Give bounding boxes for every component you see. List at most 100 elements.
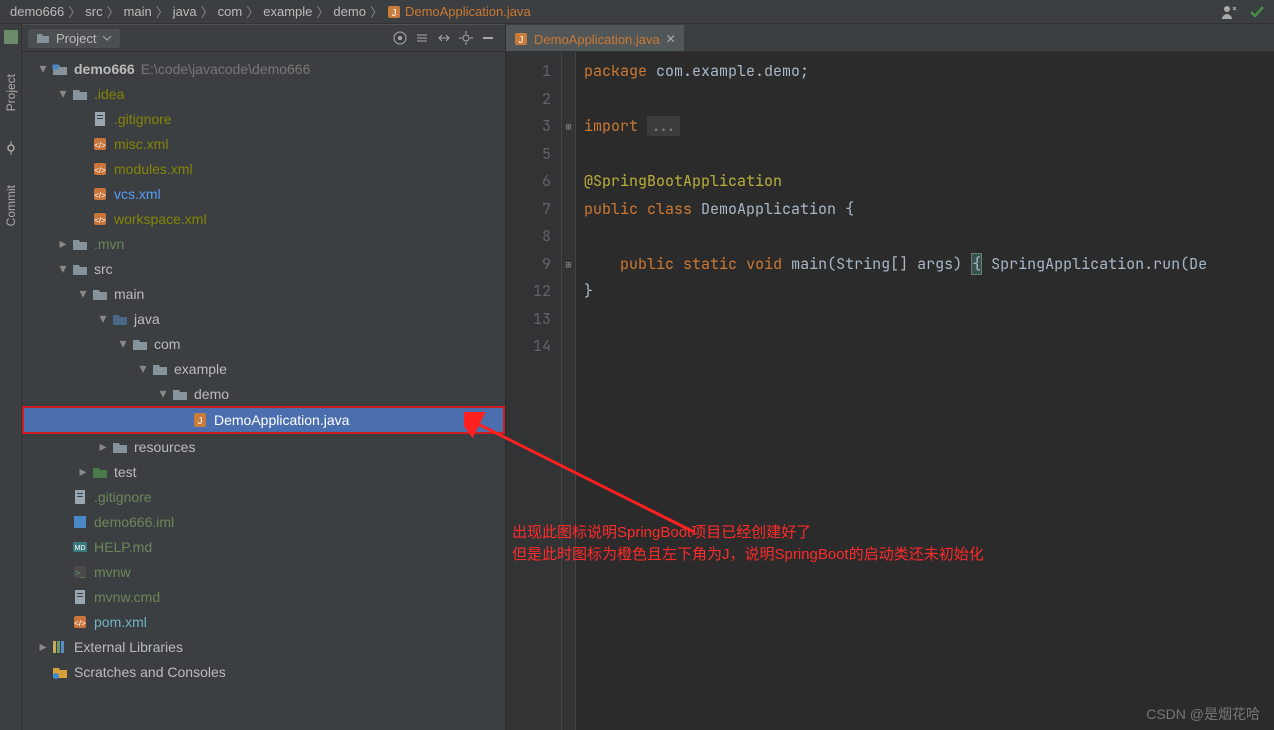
expand-all-button[interactable] (411, 27, 433, 49)
tree-external-libs[interactable]: ▸ External Libraries (22, 634, 505, 659)
tree-file[interactable]: >_ mvnw (22, 559, 505, 584)
editor-tab-bar: J DemoApplication.java ✕ (506, 24, 1274, 52)
check-icon[interactable] (1248, 3, 1266, 21)
commit-tool-icon[interactable] (4, 141, 18, 155)
tree-file[interactable]: </> pom.xml (22, 609, 505, 634)
project-tool-label[interactable]: Project (4, 74, 18, 111)
settings-button[interactable] (455, 27, 477, 49)
tree-file[interactable]: </> modules.xml (22, 156, 505, 181)
close-icon[interactable]: ✕ (666, 32, 676, 46)
tree-folder-test[interactable]: ▸ test (22, 459, 505, 484)
tree-label: DemoApplication.java (214, 412, 349, 428)
project-panel: Project ▾ demo666 E:\code\javacode\demo6… (22, 24, 506, 730)
tree-file[interactable]: </> vcs.xml (22, 181, 505, 206)
folder-icon (72, 236, 88, 252)
file-icon (72, 514, 88, 530)
tree-folder-example[interactable]: ▾ example (22, 356, 505, 381)
tree-folder-demo[interactable]: ▾ demo (22, 381, 505, 406)
file-icon: </> (92, 136, 108, 152)
tree-label: demo666.iml (94, 514, 174, 530)
crumb[interactable]: example (263, 4, 312, 19)
tab-label: DemoApplication.java (534, 32, 660, 47)
crumb[interactable]: demo666 (10, 4, 64, 19)
select-opened-file-button[interactable] (389, 27, 411, 49)
tree-folder-mvn[interactable]: ▸ .mvn (22, 231, 505, 256)
hide-button[interactable] (477, 27, 499, 49)
code-content[interactable]: package com.example.demo; import ... @Sp… (576, 52, 1274, 730)
tree-file[interactable]: </> workspace.xml (22, 206, 505, 231)
file-icon: >_ (72, 564, 88, 580)
tree-folder-idea[interactable]: ▾ .idea (22, 81, 505, 106)
tree-folder-src[interactable]: ▾ src (22, 256, 505, 281)
tree-label: vcs.xml (114, 186, 161, 202)
module-icon (52, 61, 68, 77)
tree-root[interactable]: ▾ demo666 E:\code\javacode\demo666 (22, 56, 505, 81)
project-tool-icon[interactable] (4, 30, 18, 44)
tree-file[interactable]: .gitignore (22, 106, 505, 131)
tree-label: mvnw (94, 564, 131, 580)
file-icon: </> (72, 614, 88, 630)
editor-tab[interactable]: J DemoApplication.java ✕ (506, 25, 684, 51)
tree-file[interactable]: MD HELP.md (22, 534, 505, 559)
tree-folder-java[interactable]: ▾ java (22, 306, 505, 331)
svg-text:</>: </> (94, 216, 106, 225)
tree-folder-com[interactable]: ▾ com (22, 331, 505, 356)
tree-file[interactable]: mvnw.cmd (22, 584, 505, 609)
file-icon: </> (92, 186, 108, 202)
libraries-icon (52, 639, 68, 655)
tree-file-demoapplication[interactable]: J DemoApplication.java (22, 406, 505, 434)
project-tree[interactable]: ▾ demo666 E:\code\javacode\demo666 ▾ .id… (22, 52, 505, 730)
tree-folder-resources[interactable]: ▸ resources (22, 434, 505, 459)
tree-label: demo666 (74, 61, 135, 77)
svg-text:</>: </> (94, 166, 106, 175)
svg-text:J: J (391, 8, 396, 19)
project-panel-header: Project (22, 24, 505, 52)
file-icon: MD (72, 539, 88, 555)
tree-label: modules.xml (114, 161, 193, 177)
svg-text:J: J (519, 35, 524, 46)
collapse-all-button[interactable] (433, 27, 455, 49)
commit-tool-label[interactable]: Commit (4, 185, 18, 226)
tree-file[interactable]: </>misc.xml (22, 131, 505, 156)
scratches-icon (52, 664, 68, 680)
editor-body[interactable]: 12356789121314 ⊞ ⊞ package com.example.d… (506, 52, 1274, 730)
tree-scratches[interactable]: ▸ Scratches and Consoles (22, 659, 505, 684)
folder-icon (72, 86, 88, 102)
tree-file[interactable]: .gitignore (22, 484, 505, 509)
tree-label: .idea (94, 86, 124, 102)
svg-text:MD: MD (75, 545, 86, 552)
folder-icon (36, 31, 50, 45)
file-icon (72, 489, 88, 505)
crumb[interactable]: demo (333, 4, 366, 19)
crumb[interactable]: src (85, 4, 102, 19)
watermark: CSDN @是烟花哈 (1146, 704, 1260, 724)
crumb-sep: 〉 (68, 2, 81, 21)
file-icon (72, 589, 88, 605)
svg-text:</>: </> (74, 619, 86, 628)
editor-area: J DemoApplication.java ✕ 12356789121314 … (506, 24, 1274, 730)
chevron-down-icon[interactable]: ▾ (56, 262, 70, 276)
crumb[interactable]: main (124, 4, 152, 19)
project-view-selector[interactable]: Project (28, 29, 120, 48)
chevron-down-icon[interactable]: ▾ (36, 62, 50, 76)
svg-text:>_: >_ (75, 568, 86, 578)
java-file-icon: J (514, 32, 528, 46)
crumb-current[interactable]: DemoApplication.java (405, 4, 531, 19)
file-icon (92, 111, 108, 127)
java-file-icon: J (192, 412, 208, 428)
tree-file[interactable]: demo666.iml (22, 509, 505, 534)
tree-label: workspace.xml (114, 211, 207, 227)
fold-gutter[interactable]: ⊞ ⊞ (562, 52, 576, 730)
svg-text:</>: </> (94, 191, 106, 200)
user-icon[interactable] (1220, 3, 1238, 21)
svg-text:</>: </> (94, 141, 106, 150)
chevron-down-icon[interactable]: ▾ (56, 87, 70, 101)
file-icon: </> (92, 161, 108, 177)
tree-folder-main[interactable]: ▾ main (22, 281, 505, 306)
chevron-right-icon[interactable]: ▸ (56, 237, 70, 251)
annotation-text: 出现此图标说明SpringBoot项目已经创建好了 但是此时图标为橙色且左下角为… (512, 522, 984, 566)
tree-label: HELP.md (94, 539, 152, 555)
crumb[interactable]: com (218, 4, 243, 19)
tree-label: pom.xml (94, 614, 147, 630)
crumb[interactable]: java (173, 4, 197, 19)
